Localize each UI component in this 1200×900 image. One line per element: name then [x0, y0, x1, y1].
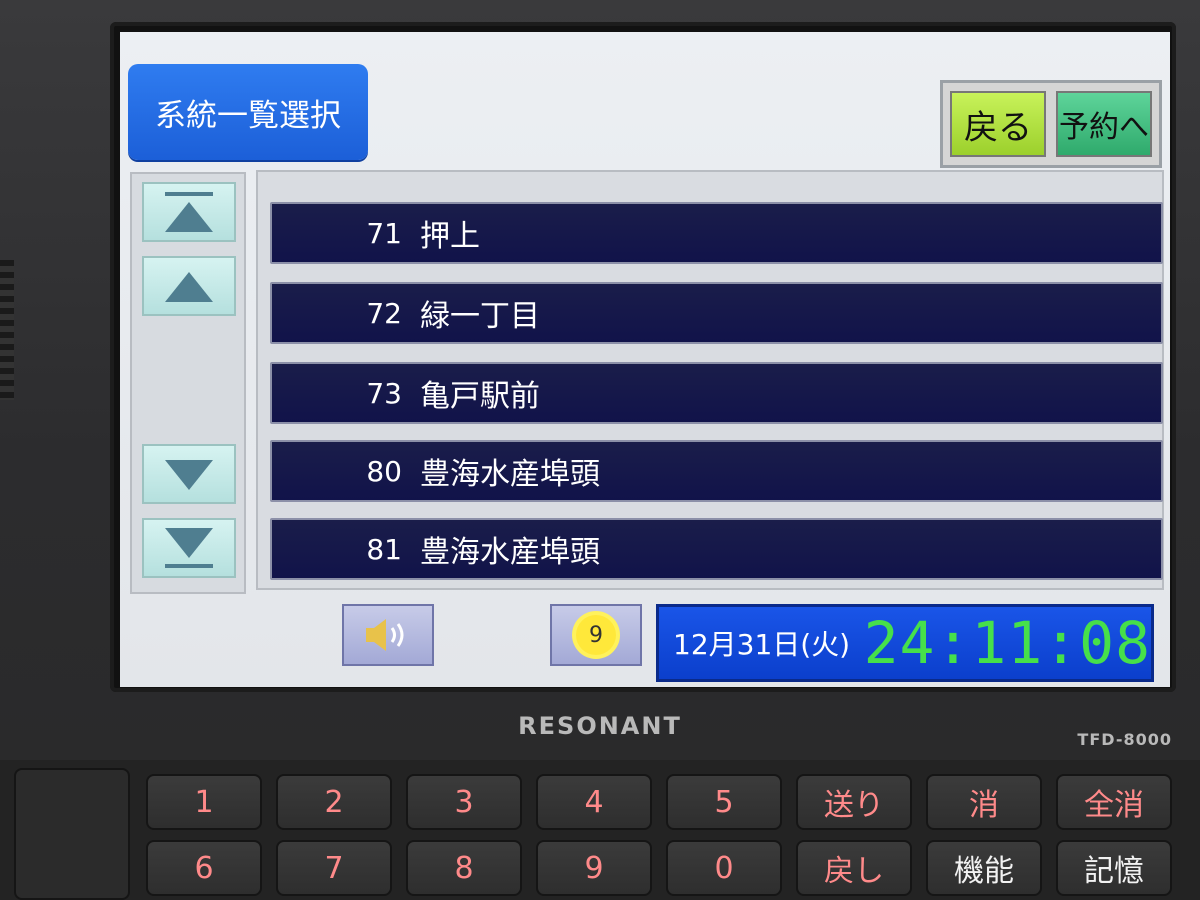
brightness-button[interactable]: 9 [550, 604, 642, 666]
key-send[interactable]: 送り [796, 774, 912, 830]
route-number: 71 [366, 216, 402, 250]
scroll-bottom-button[interactable] [142, 518, 236, 578]
display: 系統一覧選択 戻る 予約へ 71 押上 72 緑一丁目 73 亀戸駅前 80 豊… [120, 32, 1170, 687]
list-item[interactable]: 80 豊海水産埠頭 [270, 440, 1163, 502]
key-9[interactable]: 9 [536, 840, 652, 896]
key-2[interactable]: 2 [276, 774, 392, 830]
route-name: 緑一丁目 [420, 299, 540, 334]
double-down-icon [165, 528, 213, 558]
sun-icon: 9 [576, 615, 616, 655]
route-list: 71 押上 72 緑一丁目 73 亀戸駅前 80 豊海水産埠頭 81 豊海水産埠… [256, 170, 1164, 590]
key-return[interactable]: 戻し [796, 840, 912, 896]
keypad: 1 2 3 4 5 送り 消 全消 6 7 8 9 0 戻し 機能 記憶 [0, 760, 1200, 900]
time-display: 24:11:08 [863, 609, 1151, 677]
reserve-button[interactable]: 予約へ [1056, 91, 1152, 157]
key-5[interactable]: 5 [666, 774, 782, 830]
route-number: 73 [366, 376, 402, 410]
key-1[interactable]: 1 [146, 774, 262, 830]
route-number: 72 [366, 296, 402, 330]
speaker-icon [366, 619, 404, 651]
key-8[interactable]: 8 [406, 840, 522, 896]
route-number: 80 [366, 454, 402, 488]
model-label: TFD-8000 [1077, 730, 1172, 749]
list-item[interactable]: 73 亀戸駅前 [270, 362, 1163, 424]
route-name: 亀戸駅前 [420, 379, 540, 414]
bottom-bar-icon [165, 564, 213, 568]
key-function[interactable]: 機能 [926, 840, 1042, 896]
screen-title: 系統一覧選択 [128, 64, 368, 160]
scroll-panel [130, 172, 246, 594]
top-button-group: 戻る 予約へ [940, 80, 1162, 168]
volume-button[interactable] [342, 604, 434, 666]
scroll-top-button[interactable] [142, 182, 236, 242]
list-item[interactable]: 71 押上 [270, 202, 1163, 264]
route-name: 豊海水産埠頭 [420, 457, 600, 492]
top-bar-icon [165, 192, 213, 196]
down-arrow-icon [165, 460, 213, 490]
scroll-down-button[interactable] [142, 444, 236, 504]
key-memory[interactable]: 記憶 [1056, 840, 1172, 896]
list-item[interactable]: 72 緑一丁目 [270, 282, 1163, 344]
route-number: 81 [366, 532, 402, 566]
route-name: 豊海水産埠頭 [420, 535, 600, 570]
date-display: 12月31日(火) [673, 628, 851, 661]
clock-panel: 12月31日(火) 24:11:08 [656, 604, 1154, 682]
scroll-up-button[interactable] [142, 256, 236, 316]
brightness-value: 9 [589, 622, 603, 648]
key-clear-all[interactable]: 全消 [1056, 774, 1172, 830]
blank-panel [14, 768, 130, 900]
key-6[interactable]: 6 [146, 840, 262, 896]
brand-label: RESONANT [518, 712, 682, 740]
key-3[interactable]: 3 [406, 774, 522, 830]
key-7[interactable]: 7 [276, 840, 392, 896]
speaker-grill [0, 260, 14, 400]
list-item[interactable]: 81 豊海水産埠頭 [270, 518, 1163, 580]
double-up-icon [165, 202, 213, 232]
key-4[interactable]: 4 [536, 774, 652, 830]
up-arrow-icon [165, 272, 213, 302]
key-0[interactable]: 0 [666, 840, 782, 896]
key-delete[interactable]: 消 [926, 774, 1042, 830]
back-button[interactable]: 戻る [950, 91, 1046, 157]
route-name: 押上 [420, 219, 480, 254]
